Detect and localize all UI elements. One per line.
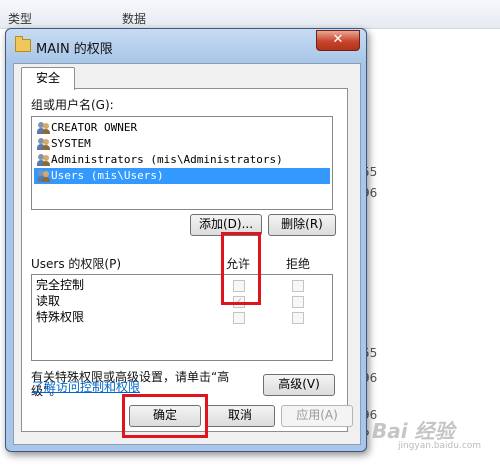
users-icon [37, 138, 51, 150]
ok-button-highlight [122, 394, 208, 438]
permissions-label: Users 的权限(P) [31, 257, 122, 271]
user-item-label: SYSTEM [51, 137, 91, 150]
permission-row-full-control: 完全控制 [36, 277, 84, 293]
permissions-dialog: MAIN 的权限 ✕ 安全 组或用户名(G): CREATOR OWNER SY… [5, 28, 367, 452]
allow-column-highlight [221, 232, 261, 305]
permission-row-read: 读取 [36, 293, 60, 309]
users-icon [37, 122, 51, 134]
user-item-administrators[interactable]: Administrators (mis\Administrators) [34, 152, 330, 168]
baidu-watermark-url: jingyan.baidu.com [398, 441, 482, 451]
user-item-system[interactable]: SYSTEM [34, 136, 330, 152]
apply-button[interactable]: 应用(A) [281, 405, 353, 427]
background-column-data[interactable]: 数据 [122, 10, 146, 27]
dialog-title: MAIN 的权限 [36, 42, 113, 57]
users-icon [37, 154, 51, 166]
cancel-button[interactable]: 取消 [205, 405, 275, 427]
close-button[interactable]: ✕ [316, 30, 360, 51]
folder-icon [15, 36, 31, 52]
deny-column-header: 拒绝 [286, 257, 311, 271]
background-column-header: 类型 数据 [0, 0, 500, 29]
deny-full-control-checkbox[interactable] [292, 280, 304, 292]
user-item-users[interactable]: Users (mis\Users) [34, 168, 330, 184]
group-label: 组或用户名(G): [31, 98, 114, 112]
permission-name: 读取 [36, 294, 61, 308]
users-icon [37, 170, 51, 182]
permission-name: 特殊权限 [36, 310, 85, 324]
background-column-type[interactable]: 类型 [8, 10, 32, 27]
deny-special-checkbox[interactable] [292, 312, 304, 324]
users-list[interactable]: CREATOR OWNER SYSTEM Administrators (mis… [31, 116, 333, 210]
user-item-label: Administrators (mis\Administrators) [51, 153, 283, 166]
baidu-watermark: Bai 经验 [372, 419, 455, 443]
tab-security[interactable]: 安全 [21, 67, 75, 90]
allow-special-checkbox[interactable] [233, 312, 245, 324]
user-item-creator-owner[interactable]: CREATOR OWNER [34, 120, 330, 136]
user-item-label: Users (mis\Users) [51, 169, 164, 182]
advanced-button[interactable]: 高级(V) [263, 374, 335, 396]
learn-access-control-link[interactable]: 了解访问控制和权限 [32, 378, 140, 395]
permissions-list: 完全控制 读取 ✓ 特殊权限 [31, 274, 333, 361]
permission-name: 完全控制 [36, 278, 85, 292]
dialog-titlebar[interactable]: MAIN 的权限 ✕ [6, 29, 366, 63]
permission-row-special: 特殊权限 [36, 309, 84, 325]
deny-read-checkbox[interactable] [292, 296, 304, 308]
user-item-label: CREATOR OWNER [51, 121, 138, 134]
remove-button[interactable]: 删除(R) [268, 214, 336, 236]
